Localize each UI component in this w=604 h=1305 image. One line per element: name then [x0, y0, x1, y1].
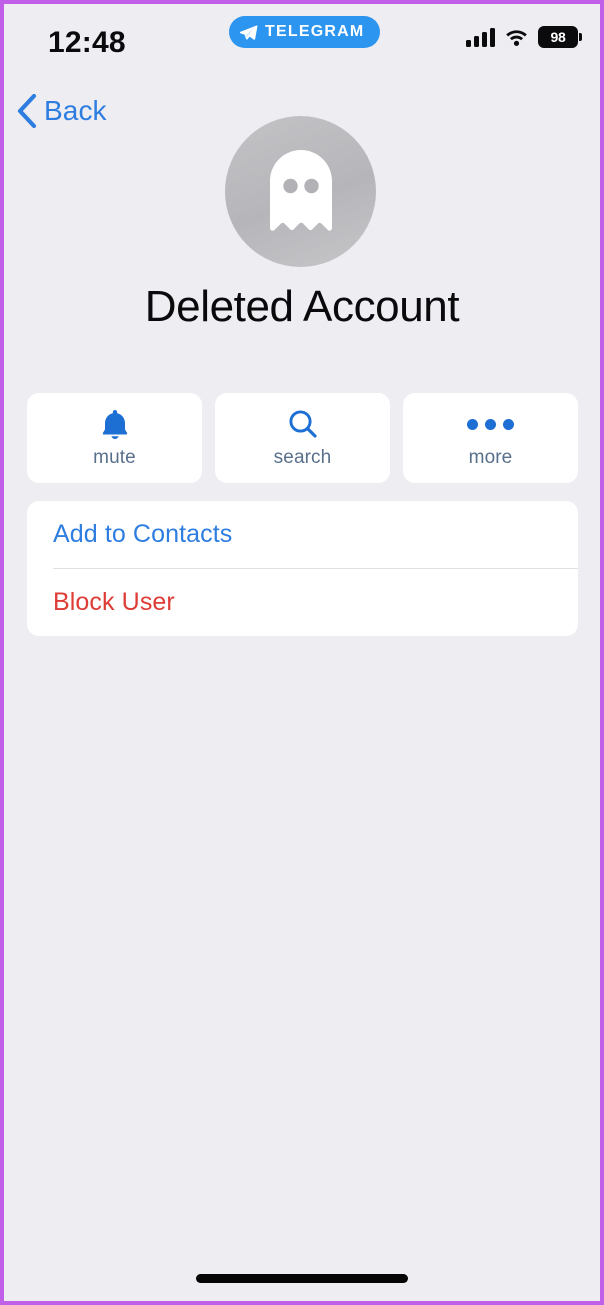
search-button[interactable]: search: [215, 393, 390, 483]
more-button-label: more: [468, 447, 513, 468]
more-button[interactable]: more: [403, 393, 578, 483]
status-time: 12:48: [48, 26, 126, 59]
wifi-icon: [506, 30, 527, 46]
cellular-signal-icon: [466, 27, 495, 47]
action-button-row: mute search more: [27, 393, 578, 483]
mute-button[interactable]: mute: [27, 393, 202, 483]
home-indicator-bar[interactable]: [196, 1274, 408, 1283]
bell-icon: [100, 407, 130, 441]
add-to-contacts-row[interactable]: Add to Contacts: [27, 501, 578, 568]
status-indicators: 98: [466, 26, 582, 48]
block-user-row[interactable]: Block User: [27, 569, 578, 636]
avatar[interactable]: [225, 116, 376, 267]
chevron-left-icon: [17, 94, 37, 128]
back-button[interactable]: Back: [16, 94, 107, 128]
ellipsis-icon: [467, 407, 514, 441]
search-icon: [287, 407, 319, 441]
battery-level: 98: [550, 29, 566, 45]
page-title: Deleted Account: [144, 282, 460, 331]
ghost-icon: [269, 149, 332, 231]
search-button-label: search: [273, 447, 332, 468]
back-button-label: Back: [44, 95, 107, 126]
phone-screen: 12:48 TELEGRAM 98 Back Deleted Account m…: [4, 4, 600, 1301]
telegram-plane-icon: [239, 24, 258, 40]
battery-icon: 98: [538, 26, 582, 48]
mute-button-label: mute: [93, 447, 136, 468]
options-list: Add to Contacts Block User: [27, 501, 578, 636]
app-badge-label: TELEGRAM: [265, 23, 365, 40]
app-badge-telegram[interactable]: TELEGRAM: [229, 16, 381, 48]
status-bar: 12:48 TELEGRAM 98: [4, 4, 600, 70]
